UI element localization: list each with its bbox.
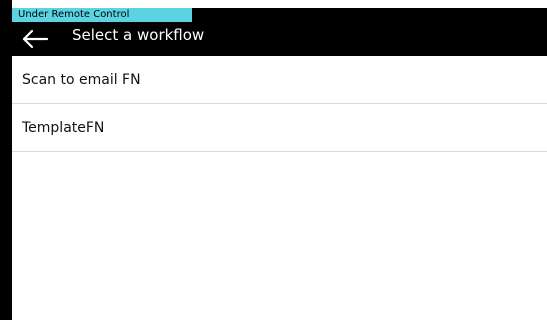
arrow-left-icon <box>21 29 49 49</box>
screen-border <box>0 0 12 320</box>
header-bar: Under Remote Control Select a workflow <box>12 8 547 56</box>
workflow-item-template[interactable]: TemplateFN <box>12 104 547 152</box>
workflow-item-scan-to-email[interactable]: Scan to email FN <box>12 56 547 104</box>
back-button[interactable] <box>12 22 58 56</box>
workflow-selection-screen: Under Remote Control Select a workflow S… <box>0 0 547 320</box>
remote-control-badge: Under Remote Control <box>12 8 192 22</box>
workflow-item-label: Scan to email FN <box>22 72 141 88</box>
workflow-list: Scan to email FN TemplateFN <box>12 56 547 320</box>
workflow-item-label: TemplateFN <box>22 120 105 136</box>
page-title: Select a workflow <box>72 26 205 44</box>
